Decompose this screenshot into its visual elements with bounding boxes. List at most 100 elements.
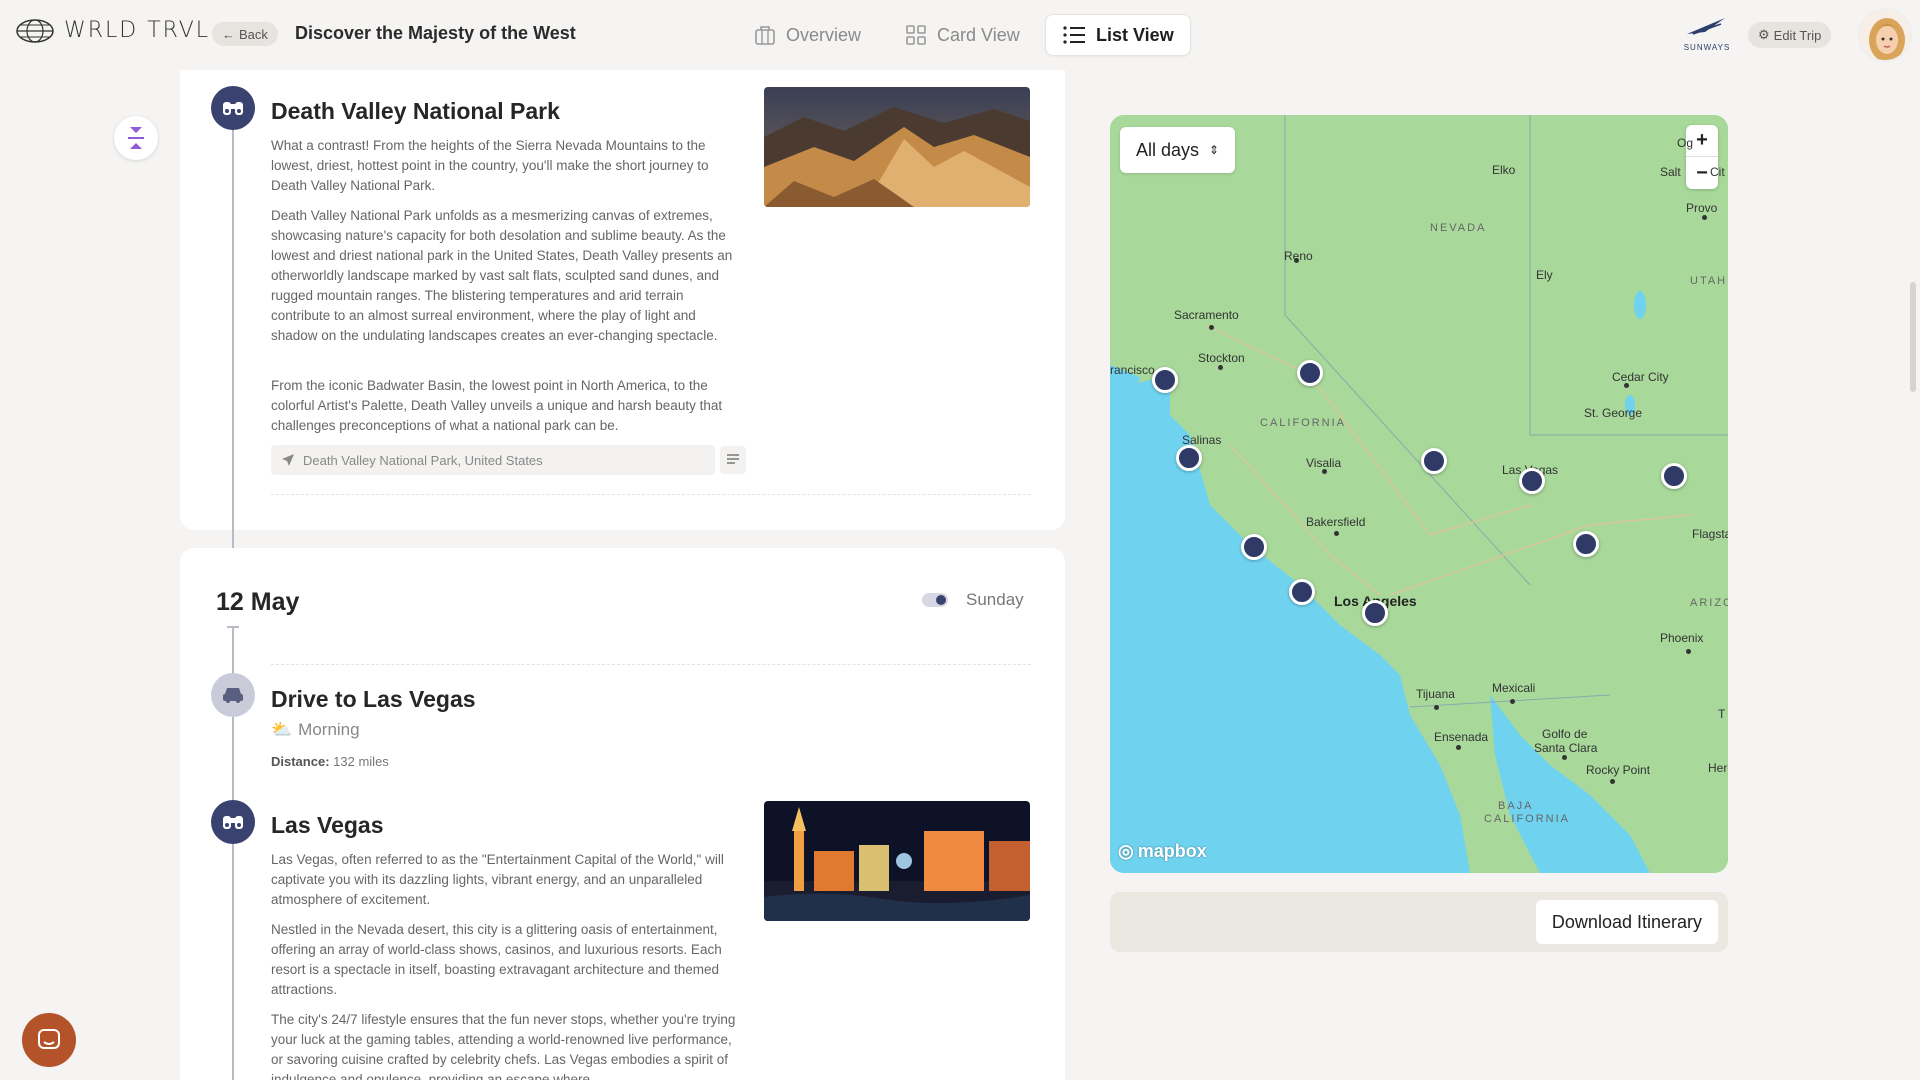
map-label: Cit <box>1710 165 1725 179</box>
arrow-left-icon: ← <box>222 26 235 42</box>
map-label: Sacramento <box>1174 308 1239 322</box>
drive-title[interactable]: Drive to Las Vegas <box>271 686 476 713</box>
bag-icon <box>755 26 775 45</box>
activity-description: What a contrast! From the heights of the… <box>271 138 709 193</box>
activity-description: Death Valley National Park unfolds as a … <box>271 208 733 343</box>
navigation-arrow-icon <box>282 454 294 466</box>
map-pin[interactable] <box>1297 360 1323 386</box>
zoom-controls: + − <box>1686 125 1718 189</box>
map-pin[interactable] <box>1519 468 1545 494</box>
map-pin[interactable] <box>1289 579 1315 605</box>
map-label: St. George <box>1584 406 1643 420</box>
map-label: Salt <box>1660 165 1681 179</box>
city-dot <box>1686 649 1691 654</box>
day-filter-label: All days <box>1136 139 1200 160</box>
car-icon <box>223 688 243 703</box>
activity-title[interactable]: Las Vegas <box>271 812 384 839</box>
timeline-line <box>232 88 234 576</box>
activity-type-badge <box>211 86 255 130</box>
map-pin[interactable] <box>1421 448 1447 474</box>
map-label: Bakersfield <box>1306 515 1366 529</box>
back-button[interactable]: ← Back <box>212 22 278 46</box>
chat-icon <box>38 1029 60 1049</box>
collapse-icon <box>128 127 144 149</box>
map-label: Stockton <box>1198 351 1245 365</box>
map-base <box>1110 115 1728 873</box>
transport-badge <box>211 673 255 717</box>
map-label: Provo <box>1686 201 1718 215</box>
map-label: CALIFORNIA <box>1260 417 1347 429</box>
grid-icon <box>906 25 926 45</box>
itinerary-map[interactable]: All days ⇕ + − NEVADA UTAH CALIFORNIA AR… <box>1110 115 1728 873</box>
map-label: Golfo de <box>1542 727 1588 741</box>
notes-icon <box>727 454 739 464</box>
city-dot <box>1218 365 1223 370</box>
map-pin[interactable] <box>1362 600 1388 626</box>
logo-text: WRLD TRVL <box>64 18 211 43</box>
map-label: Tijuana <box>1416 687 1455 701</box>
map-label: ARIZO <box>1690 597 1728 609</box>
app-logo[interactable]: WRLD TRVL <box>16 18 210 43</box>
map-label: CALIFORNIA <box>1484 813 1571 825</box>
notes-button[interactable] <box>720 446 746 474</box>
activity-photo[interactable] <box>764 801 1030 921</box>
partner-logo-text: SUNWAYS <box>1683 43 1731 52</box>
collapse-all-button[interactable] <box>114 116 158 160</box>
mapbox-label: mapbox <box>1137 841 1207 861</box>
tab-list-view[interactable]: List View <box>1045 14 1191 56</box>
page-scrollbar[interactable] <box>1910 282 1916 392</box>
activity-description: From the iconic Badwater Basin, the lowe… <box>271 378 723 433</box>
city-dot <box>1510 699 1515 704</box>
gear-icon: ⚙ <box>1758 27 1770 42</box>
location-field[interactable]: Death Valley National Park, United State… <box>271 445 715 475</box>
map-label: T <box>1718 707 1726 721</box>
map-pin[interactable] <box>1661 463 1687 489</box>
tab-overview-label: Overview <box>786 24 862 45</box>
city-dot <box>1334 531 1339 536</box>
day-weekday: Sunday <box>966 590 1024 609</box>
download-itinerary-button[interactable]: Download Itinerary <box>1535 900 1718 944</box>
city-dot <box>1294 258 1299 263</box>
back-label: Back <box>239 26 268 42</box>
las-vegas-image <box>764 801 1030 921</box>
map-label: Mexicali <box>1492 681 1536 695</box>
map-label: Cedar City <box>1612 370 1669 384</box>
activity-title[interactable]: Death Valley National Park <box>271 98 560 125</box>
map-label: BAJA <box>1498 800 1534 812</box>
map-pin[interactable] <box>1241 534 1267 560</box>
activity-description: Nestled in the Nevada desert, this city … <box>271 922 722 997</box>
time-of-day-label: Morning <box>298 720 360 739</box>
day-filter-dropdown[interactable]: All days ⇕ <box>1120 127 1236 173</box>
drive-distance: Distance: 132 miles <box>271 754 389 769</box>
edit-trip-button[interactable]: ⚙ Edit Trip <box>1748 22 1832 48</box>
edit-trip-label: Edit Trip <box>1773 27 1822 43</box>
activity-photo[interactable] <box>764 87 1030 207</box>
list-icon <box>1063 26 1085 44</box>
map-label: rancisco <box>1110 363 1155 377</box>
tab-card-view[interactable]: Card View <box>889 14 1036 56</box>
map-label: Phoenix <box>1660 631 1704 645</box>
distance-value: 132 miles <box>333 754 389 769</box>
city-dot <box>1209 325 1214 330</box>
map-pin[interactable] <box>1152 367 1178 393</box>
day-date: 12 May <box>216 588 300 616</box>
day-toggle[interactable] <box>922 593 948 607</box>
mapbox-attribution[interactable]: ◎ mapbox <box>1118 841 1207 862</box>
map-label: Ensenada <box>1434 730 1489 744</box>
death-valley-image <box>764 87 1030 207</box>
distance-label: Distance: <box>271 754 330 769</box>
mapbox-icon: ◎ <box>1118 841 1134 861</box>
divider <box>271 664 1031 665</box>
chat-button[interactable] <box>22 1013 76 1067</box>
tab-overview[interactable]: Overview <box>738 14 877 56</box>
map-pin[interactable] <box>1176 445 1202 471</box>
bird-icon <box>1687 18 1725 35</box>
map-pin[interactable] <box>1573 531 1599 557</box>
map-label: Rocky Point <box>1586 763 1651 777</box>
sunrise-icon: ⛅ <box>271 720 293 739</box>
avatar-image <box>1860 10 1910 60</box>
download-bar: Download Itinerary <box>1110 892 1728 952</box>
user-avatar[interactable] <box>1858 8 1912 62</box>
tab-card-view-label: Card View <box>937 24 1020 45</box>
city-dot <box>1322 469 1327 474</box>
